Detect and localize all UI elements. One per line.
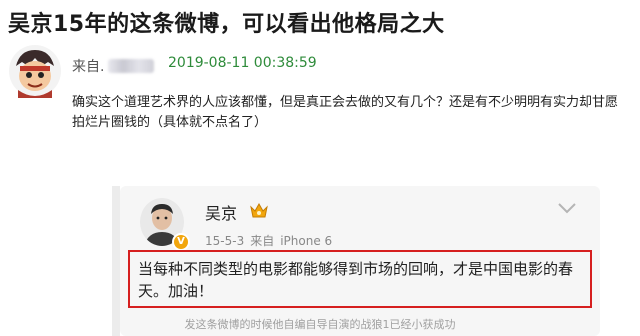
- weibo-author-name[interactable]: 吴京: [205, 200, 237, 224]
- image-caption: 发这条微博的时候他自编自导自演的战狼1已经小获成功: [184, 318, 456, 331]
- article-headline: 吴京15年的这条微博，可以看出他格局之大: [8, 12, 445, 37]
- post-source: 来自.: [72, 56, 155, 76]
- vip-crown-icon: [250, 202, 268, 218]
- card-edge: [112, 186, 120, 336]
- weibo-quote: 当每种不同类型的电影都能够得到市场的回响，才是中国电影的春天。加油！: [138, 260, 574, 300]
- cartoon-avatar-icon[interactable]: [8, 44, 62, 98]
- post-body: 确实这个道理艺术界的人应该都懂，但是真正会去做的又有几个？还是有不少明明有实力却…: [72, 95, 619, 130]
- weibo-meta: 15-5-3 来自 iPhone 6: [205, 232, 338, 249]
- blurred-username: [108, 59, 155, 73]
- post-source-label: 来自.: [72, 59, 105, 75]
- weibo-source-prefix: 来自: [250, 234, 275, 248]
- weibo-date: 15-5-3: [205, 234, 245, 248]
- verified-badge-icon: V: [172, 233, 190, 251]
- weibo-device: iPhone 6: [280, 234, 333, 248]
- post-date: 2019-08-11 00:38:59: [168, 55, 317, 71]
- chevron-down-icon[interactable]: [556, 200, 578, 216]
